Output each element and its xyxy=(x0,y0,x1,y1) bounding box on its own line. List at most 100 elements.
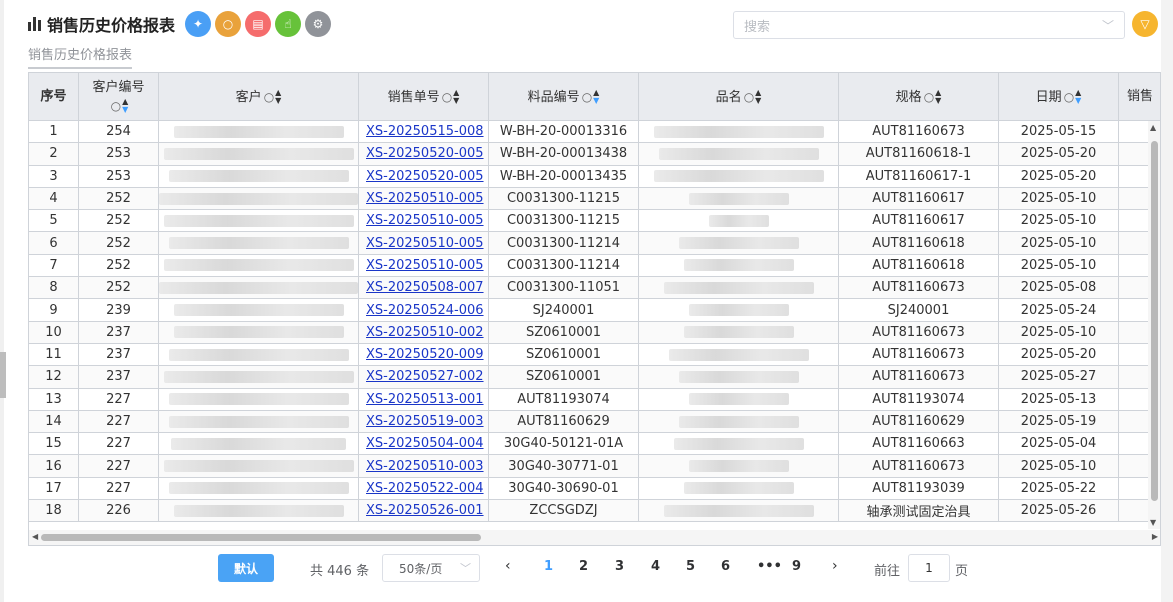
table-row[interactable]: 5 252 XS-20250510-005 C0031300-11215 AUT8116… xyxy=(29,210,1160,233)
sales-order-cell[interactable]: XS-20250504-004 xyxy=(359,433,489,455)
sales-order-cell[interactable]: XS-20250510-005 xyxy=(359,187,489,210)
column-header[interactable]: 销售 xyxy=(1119,73,1160,121)
default-button[interactable]: 默认 xyxy=(218,554,274,582)
sales-order-cell[interactable]: XS-20250520-005 xyxy=(359,165,489,187)
page-size-select[interactable]: 50条/页 ﹀ xyxy=(382,554,480,582)
sales-order-link[interactable]: XS-20250508-007 xyxy=(366,280,484,295)
table-row[interactable]: 18 226 XS-20250526-001 ZCCSGDZJ 轴承测试固定治具 2025… xyxy=(29,500,1160,523)
sales-order-link[interactable]: XS-20250510-005 xyxy=(366,258,484,273)
page-number-button[interactable]: 6 xyxy=(721,559,730,574)
document-button[interactable]: ▤ xyxy=(245,11,272,37)
sales-order-link[interactable]: XS-20250520-009 xyxy=(366,347,484,362)
sort-icon[interactable]: ▲ ▼ xyxy=(593,89,599,105)
sales-order-cell[interactable]: XS-20250513-001 xyxy=(359,388,489,410)
table-row[interactable]: 4 252 XS-20250510-005 C0031300-11215 AUT8116… xyxy=(29,187,1160,211)
table-row[interactable]: 11 237 XS-20250520-009 SZ0610001 AUT81160673… xyxy=(29,343,1160,367)
search-button[interactable]: ○ xyxy=(215,11,242,37)
table-row[interactable]: 15 227 XS-20250504-004 30G40-50121-01A AUT81… xyxy=(29,433,1160,456)
page-number-button[interactable]: 3 xyxy=(615,559,624,574)
column-search-icon[interactable]: ○ xyxy=(1064,88,1074,106)
sales-order-cell[interactable]: XS-20250522-004 xyxy=(359,477,489,500)
table-row[interactable]: 8 252 XS-20250508-007 C0031300-11051 AUT8116… xyxy=(29,277,1160,300)
sales-order-cell[interactable]: XS-20250524-006 xyxy=(359,299,489,321)
page-number-button[interactable]: 1 xyxy=(544,559,553,574)
column-header[interactable]: 销售单号 ○ ▲ ▼ xyxy=(359,73,489,121)
table-row[interactable]: 3 253 XS-20250520-005 W-BH-20-00013435 AUT81… xyxy=(29,165,1160,188)
page-number-button[interactable]: 9 xyxy=(792,559,801,574)
column-header[interactable]: 日期 ○ ▲ ▼ xyxy=(999,73,1119,121)
scroll-left-icon[interactable]: ◀ xyxy=(32,532,38,541)
sales-order-link[interactable]: XS-20250526-001 xyxy=(366,503,484,518)
table-row[interactable]: 14 227 XS-20250519-003 AUT81160629 AUT811606… xyxy=(29,410,1160,434)
sales-order-cell[interactable]: XS-20250510-002 xyxy=(359,321,489,343)
column-header[interactable]: 客户 ○ ▲ ▼ xyxy=(159,73,359,121)
sales-order-cell[interactable]: XS-20250526-001 xyxy=(359,500,489,522)
table-row[interactable]: 6 252 XS-20250510-005 C0031300-11214 AUT8116… xyxy=(29,232,1160,255)
column-header[interactable]: 品名 ○ ▲ ▼ xyxy=(639,73,839,121)
page-number-button[interactable]: 5 xyxy=(686,559,695,574)
sales-order-link[interactable]: XS-20250519-003 xyxy=(366,414,484,429)
sales-order-cell[interactable]: XS-20250515-008 xyxy=(359,121,489,143)
table-row[interactable]: 12 237 XS-20250527-002 SZ0610001 AUT81160673… xyxy=(29,366,1160,389)
hand-button[interactable]: ☝ xyxy=(275,11,302,37)
sales-order-cell[interactable]: XS-20250508-007 xyxy=(359,277,489,299)
column-search-icon[interactable]: ○ xyxy=(111,97,121,115)
page-number-button[interactable]: 4 xyxy=(651,559,660,574)
sort-icon[interactable]: ▲ ▼ xyxy=(935,89,941,105)
scroll-right-icon[interactable]: ▶ xyxy=(1152,532,1158,541)
table-row[interactable]: 13 227 XS-20250513-001 AUT81193074 AUT811930… xyxy=(29,388,1160,411)
page-number-button[interactable]: 2 xyxy=(579,559,588,574)
more-pages-button[interactable]: ••• xyxy=(757,559,782,574)
sales-order-cell[interactable]: XS-20250510-005 xyxy=(359,254,489,277)
column-header[interactable]: 规格 ○ ▲ ▼ xyxy=(839,73,999,121)
sales-order-cell[interactable]: XS-20250520-009 xyxy=(359,343,489,366)
pin-button[interactable]: ✦ xyxy=(185,11,212,37)
tab-report[interactable]: 销售历史价格报表 xyxy=(28,44,133,69)
scroll-up-icon[interactable]: ▲ xyxy=(1150,123,1156,132)
sales-order-cell[interactable]: XS-20250527-002 xyxy=(359,366,489,388)
sales-order-link[interactable]: XS-20250524-006 xyxy=(366,303,484,318)
prev-page-button[interactable]: ‹ xyxy=(505,558,511,574)
sort-icon[interactable]: ▲ ▼ xyxy=(755,89,761,105)
sort-icon[interactable]: ▲ ▼ xyxy=(122,98,128,114)
horizontal-scroll-thumb[interactable] xyxy=(41,534,481,541)
sales-order-link[interactable]: XS-20250520-005 xyxy=(366,146,484,161)
sales-order-link[interactable]: XS-20250510-005 xyxy=(366,236,484,251)
sales-order-link[interactable]: XS-20250510-003 xyxy=(366,459,484,474)
sales-order-cell[interactable]: XS-20250519-003 xyxy=(359,410,489,433)
column-search-icon[interactable]: ○ xyxy=(582,88,592,106)
sales-order-link[interactable]: XS-20250510-002 xyxy=(366,325,484,340)
scroll-down-icon[interactable]: ▼ xyxy=(1150,518,1156,527)
sales-order-link[interactable]: XS-20250513-001 xyxy=(366,392,484,407)
sales-order-link[interactable]: XS-20250510-005 xyxy=(366,213,484,228)
column-header[interactable]: 料品编号 ○ ▲ ▼ xyxy=(489,73,639,121)
sales-order-link[interactable]: XS-20250510-005 xyxy=(366,191,484,206)
column-search-icon[interactable]: ○ xyxy=(924,88,934,106)
sales-order-link[interactable]: XS-20250522-004 xyxy=(366,481,484,496)
goto-page-input[interactable]: 1 xyxy=(908,554,950,582)
sales-order-link[interactable]: XS-20250527-002 xyxy=(366,369,484,384)
table-row[interactable]: 17 227 XS-20250522-004 30G40-30690-01 AUT811… xyxy=(29,477,1160,501)
sort-icon[interactable]: ▲ ▼ xyxy=(1075,89,1081,105)
column-header[interactable]: 客户编号 ○ ▲ ▼ xyxy=(79,73,159,121)
sort-icon[interactable]: ▲ ▼ xyxy=(275,89,281,105)
sales-order-cell[interactable]: XS-20250510-005 xyxy=(359,210,489,232)
next-page-button[interactable]: › xyxy=(832,558,838,574)
sales-order-link[interactable]: XS-20250504-004 xyxy=(366,436,484,451)
vertical-scrollbar[interactable]: ▲ ▼ xyxy=(1148,121,1160,529)
sort-icon[interactable]: ▲ ▼ xyxy=(453,89,459,105)
search-input[interactable]: 搜索 xyxy=(744,16,1102,35)
table-row[interactable]: 7 252 XS-20250510-005 C0031300-11214 AUT8116… xyxy=(29,254,1160,278)
search-select[interactable]: 搜索 ﹀ xyxy=(733,11,1125,39)
table-row[interactable]: 2 253 XS-20250520-005 W-BH-20-00013438 AUT81… xyxy=(29,143,1160,166)
column-header[interactable]: 序号 xyxy=(29,73,79,121)
vertical-scroll-thumb[interactable] xyxy=(1151,141,1158,501)
settings-button[interactable]: ⚙ xyxy=(305,11,332,37)
horizontal-scrollbar[interactable]: ◀ ▶ xyxy=(29,530,1160,545)
sales-order-link[interactable]: XS-20250520-005 xyxy=(366,169,484,184)
table-row[interactable]: 1 254 XS-20250515-008 W-BH-20-00013316 AUT81… xyxy=(29,121,1160,144)
column-search-icon[interactable]: ○ xyxy=(442,88,452,106)
table-row[interactable]: 9 239 XS-20250524-006 SJ240001 SJ240001 2025-… xyxy=(29,299,1160,322)
table-row[interactable]: 16 227 XS-20250510-003 30G40-30771-01 AUT811… xyxy=(29,455,1160,478)
left-collapse-handle[interactable] xyxy=(0,352,6,398)
